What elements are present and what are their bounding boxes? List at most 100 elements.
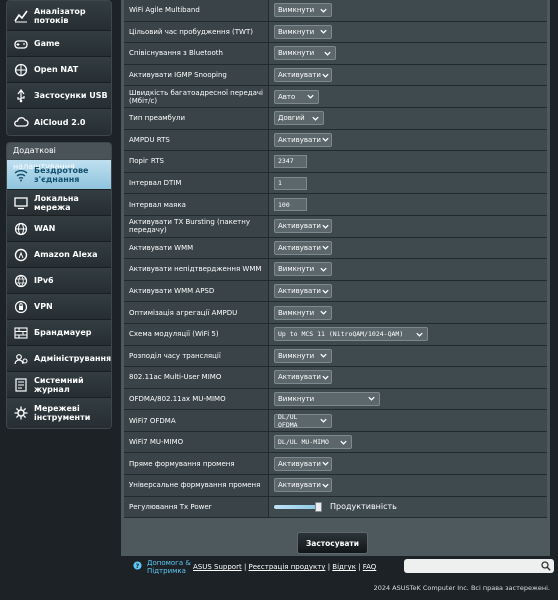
setting-select[interactable]: Активувати [274,132,332,147]
select-value: Вимкнути [278,49,315,58]
setting-row: Схема модуляції (WiFi 5) Up to MCS 11 (Ni… [124,323,547,346]
setting-select[interactable]: Активувати [274,219,332,234]
sidebar-item-alexa[interactable]: Amazon Alexa [7,242,111,268]
setting-row: Цільовий час пробудження (TWT) Вимкнути [124,21,547,44]
ipv6-icon [12,272,30,290]
setting-select[interactable]: Вимкнути [274,348,332,363]
slider-handle[interactable] [315,501,322,512]
setting-input[interactable]: 2347 [274,154,307,168]
help-icon: ? [133,561,142,570]
sidebar-item-syslog[interactable]: Системний журнал [7,372,111,398]
setting-row: WiFi Agile Multiband Вимкнути [124,0,547,22]
setting-label: Інтервал маяка [124,194,269,215]
setting-value-cell: Вимкнути [269,43,547,64]
general-menu: Аналізатор потоків Game Open NAT Застосунки… [6,0,112,136]
search-input[interactable] [404,559,554,573]
faq-link[interactable]: FAQ [363,563,377,571]
chevron-down-icon [319,265,328,274]
footer-links: ASUS Support | Реєстрація продукту | Від… [193,563,376,571]
game-icon [12,35,30,53]
setting-select[interactable]: Авто [274,89,319,104]
sidebar-item-label: Open NAT [34,65,79,74]
sidebar-item-admin[interactable]: Адміністрування [7,346,111,372]
sidebar-item-label: Системний журнал [34,375,84,394]
sidebar-item-wan[interactable]: WAN [7,216,111,242]
setting-input[interactable]: 100 [274,198,307,212]
select-value: Активувати [278,71,321,80]
setting-row: AMPDU RTS Активувати [124,129,547,152]
wan-icon [12,220,30,238]
sidebar-item-cloud[interactable]: AiCloud 2.0 [7,109,111,135]
product-registration-link[interactable]: Реєстрація продукту [249,563,326,571]
sidebar-item-ipv6[interactable]: IPv6 [7,268,111,294]
select-value: Активувати [278,459,321,468]
sidebar-item-firewall[interactable]: Брандмауер [7,320,111,346]
select-value: Авто [278,92,296,101]
sidebar-item-usb[interactable]: Застосунки USB [7,83,111,109]
setting-value-cell: Авто [269,86,547,107]
setting-row: Тип преамбули Довгий [124,107,547,130]
setting-select[interactable]: Вимкнути [274,262,332,277]
setting-select[interactable]: Активувати [274,68,332,83]
setting-select[interactable]: Вимкнути [274,46,336,61]
setting-value-cell: 1 [269,172,547,194]
feedback-link[interactable]: Відгук [332,563,356,571]
slider-track[interactable] [274,501,322,512]
setting-select[interactable]: Вимкнути [274,391,380,406]
setting-select[interactable]: DL/UL OFDMA [274,413,332,429]
sidebar-item-network-tools[interactable]: Мережеві інструменти [7,398,111,428]
setting-input[interactable]: 1 [274,176,307,190]
setting-label: Активувати IGMP Snooping [124,64,269,86]
chevron-down-icon [306,92,315,101]
sidebar-item-traffic-analyzer[interactable]: Аналізатор потоків [7,1,111,31]
settings-panel: WiFi Agile Multiband Вимкнути Цільовий час… [121,0,550,556]
setting-label: Тип преамбули [124,107,269,129]
sidebar-item-game[interactable]: Game [7,31,111,57]
chevron-down-icon [321,459,330,468]
setting-row: Оптимізація агрегації AMPDU Вимкнути [124,302,547,324]
setting-select[interactable]: Довгий [274,111,324,126]
select-value: Up to MCS 11 (NitroQAM/1024-QAM) [278,330,404,339]
sidebar-item-open-nat[interactable]: Open NAT [7,57,111,83]
setting-row: Регулювання Tx Power Продуктивність [124,496,547,519]
setting-select[interactable]: DL/UL MU-MIMO [274,435,352,450]
settings-table: WiFi Agile Multiband Вимкнути Цільовий час… [124,0,547,519]
setting-label: Активувати непідтвердження WMM [124,259,269,280]
setting-label: Співіснування з Bluetooth [124,43,269,64]
setting-value-cell: Продуктивність [269,496,547,518]
chevron-down-icon [311,114,320,123]
chevron-down-icon [321,373,330,382]
lan-icon [12,194,30,212]
apply-button[interactable]: Застосувати [297,532,368,554]
setting-value-cell: Активувати [269,129,547,151]
asus-support-link[interactable]: ASUS Support [193,563,242,571]
setting-select[interactable]: Up to MCS 11 (NitroQAM/1024-QAM) [274,327,428,342]
setting-select[interactable]: Активувати [274,370,332,385]
setting-select[interactable]: Вимкнути [274,305,332,320]
setting-select[interactable]: Активувати [274,240,332,255]
traffic-analyzer-icon [12,7,30,25]
setting-row: Універсальне формування променя Активуват… [124,475,547,497]
setting-select[interactable]: Активувати [274,284,332,299]
setting-select[interactable]: Активувати [274,456,332,471]
setting-value-cell: Активувати [269,475,547,496]
search-icon[interactable] [541,561,551,571]
sidebar-item-label: Локальна мережа [34,193,79,212]
setting-value-cell: Активувати [269,215,547,237]
select-value: Активувати [278,222,321,231]
setting-row: Розподіл часу трансляції Вимкнути [124,345,547,368]
setting-row: Активувати IGMP Snooping Активувати [124,64,547,87]
chevron-down-icon [323,49,332,58]
setting-label: Цільовий час пробудження (TWT) [124,21,269,43]
setting-row: Поріг RTS 2347 [124,151,547,173]
setting-select[interactable]: Активувати [274,478,332,493]
setting-label: Інтервал DTIM [124,172,269,194]
sidebar-item-vpn[interactable]: VPN [7,294,111,320]
setting-label: WiFi7 MU-MIMO [124,431,269,453]
setting-value-cell: Вимкнути [269,302,547,323]
sidebar-item-lan[interactable]: Локальна мережа [7,190,111,216]
usb-icon [12,87,30,105]
setting-select[interactable]: Вимкнути [274,24,332,39]
setting-select[interactable]: Вимкнути [274,3,332,18]
sidebar-item-label: Адміністрування [34,354,112,363]
